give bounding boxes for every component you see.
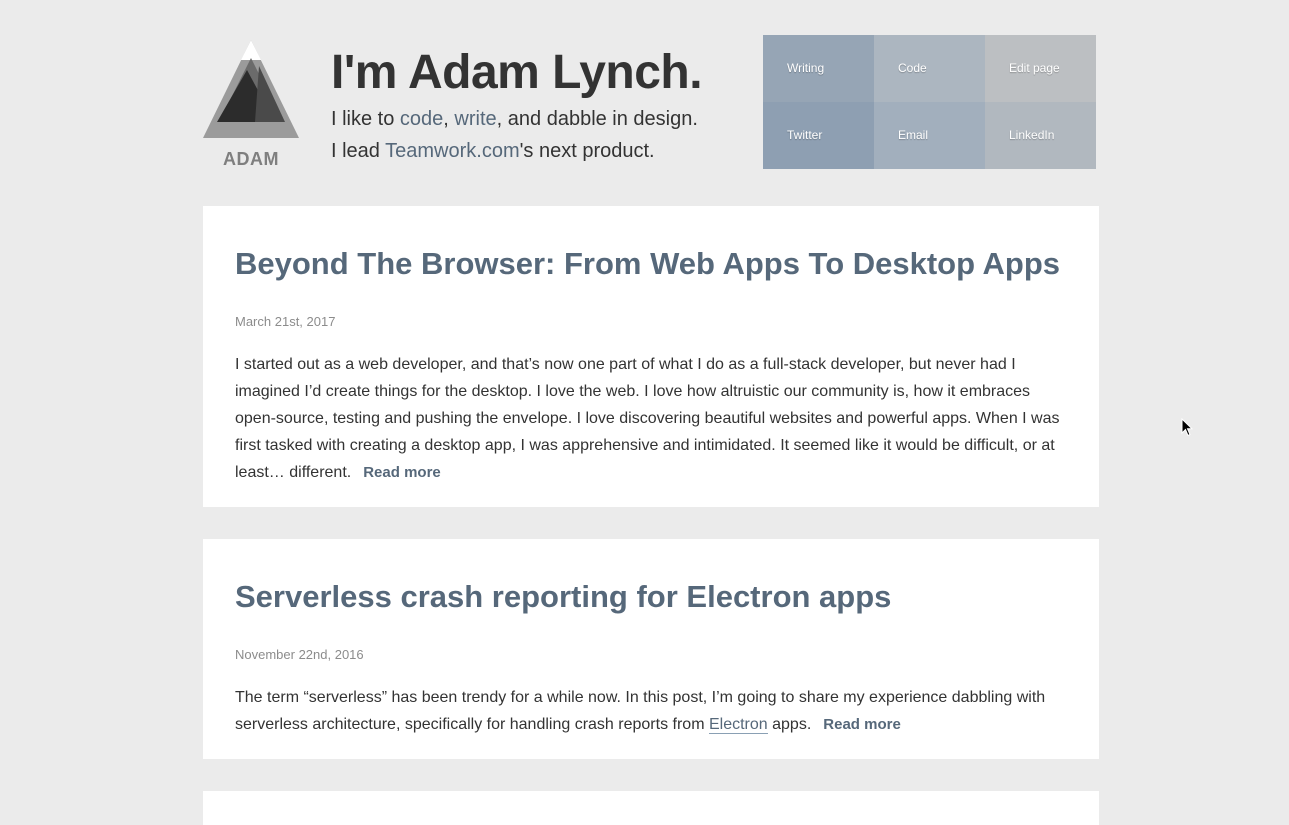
page-title: I'm Adam Lynch.	[331, 46, 703, 99]
read-more-link[interactable]: Read more	[363, 464, 441, 481]
logo-mountain-icon	[203, 40, 299, 138]
intro-text: I lead	[331, 140, 386, 162]
intro-line-2: I lead Teamwork.com's next product.	[331, 135, 751, 167]
nav-code[interactable]: Code	[874, 35, 985, 102]
read-more-link[interactable]: Read more	[823, 716, 901, 733]
nav-grid: Writing Code Edit page Twitter Email Lin…	[763, 35, 1096, 169]
intro-text: ,	[443, 108, 455, 130]
post-date: November 22nd, 2016	[235, 647, 364, 662]
nav-linkedin[interactable]: LinkedIn	[985, 102, 1096, 169]
site-header: ADAM I'm Adam Lynch. I like to code, wri…	[203, 35, 1099, 175]
post-title-link[interactable]: Serverless crash reporting for Electron …	[235, 579, 891, 614]
electron-link[interactable]: Electron	[708, 716, 768, 734]
logo-link[interactable]: ADAM	[203, 40, 299, 169]
code-link[interactable]: code	[400, 108, 443, 130]
post-title-link[interactable]: Beyond The Browser: From Web Apps To Des…	[235, 246, 1060, 281]
post-card	[203, 791, 1099, 825]
post-excerpt-text: I started out as a web developer, and th…	[235, 356, 1060, 481]
post-card: Serverless crash reporting for Electron …	[203, 539, 1099, 759]
intro-line-1: I like to code, write, and dabble in des…	[331, 103, 751, 135]
post-title: Serverless crash reporting for Electron …	[235, 539, 1067, 617]
post-excerpt-text: apps.	[767, 716, 812, 733]
post-card: Beyond The Browser: From Web Apps To Des…	[203, 206, 1099, 507]
intro-text: 's next product.	[519, 140, 655, 162]
nav-email[interactable]: Email	[874, 102, 985, 169]
logo-text: ADAM	[223, 149, 279, 169]
post-excerpt: The term “serverless” has been trendy fo…	[235, 684, 1067, 738]
intro: I'm Adam Lynch. I like to code, write, a…	[331, 43, 751, 167]
mouse-cursor-icon	[1181, 418, 1193, 437]
teamwork-link[interactable]: Teamwork.com	[385, 140, 519, 162]
nav-twitter[interactable]: Twitter	[763, 102, 874, 169]
post-title: Beyond The Browser: From Web Apps To Des…	[235, 206, 1067, 284]
post-date: March 21st, 2017	[235, 314, 336, 329]
nav-writing[interactable]: Writing	[763, 35, 874, 102]
write-link[interactable]: write	[454, 108, 496, 130]
intro-text: I like to	[331, 108, 400, 130]
nav-edit-page[interactable]: Edit page	[985, 35, 1096, 102]
post-excerpt: I started out as a web developer, and th…	[235, 351, 1067, 486]
intro-text: , and dabble in design.	[496, 108, 698, 130]
post-excerpt-text: The term “serverless” has been trendy fo…	[235, 689, 1046, 733]
